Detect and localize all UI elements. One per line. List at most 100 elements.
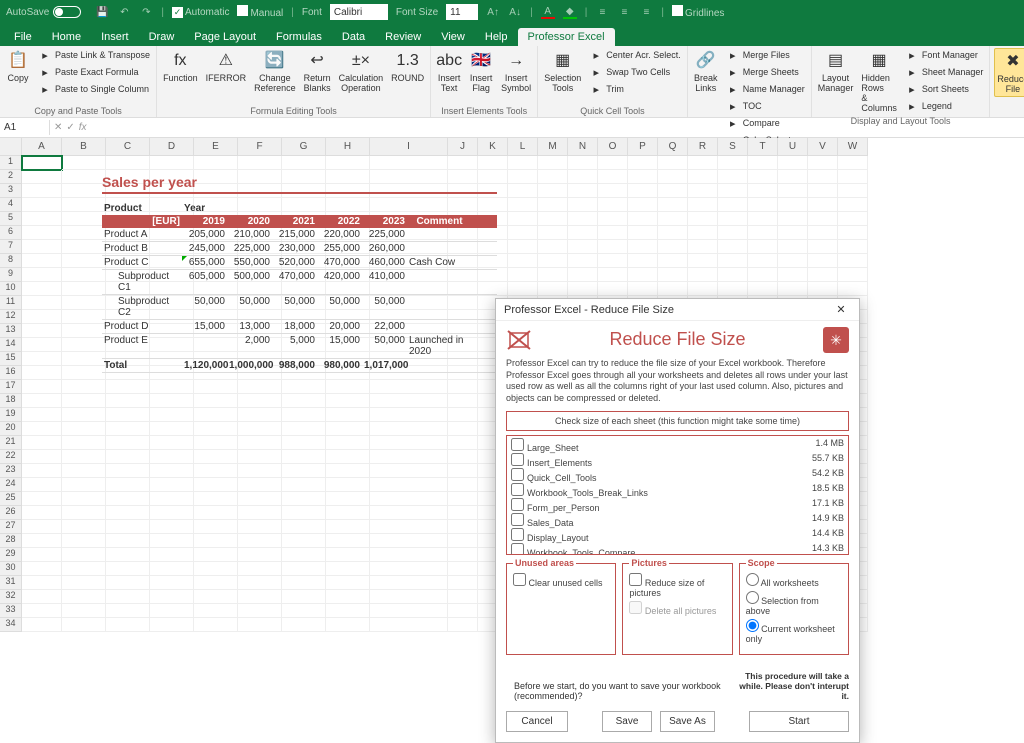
- cell[interactable]: [150, 492, 194, 506]
- font-size-select[interactable]: [446, 4, 478, 20]
- cell[interactable]: [194, 548, 238, 562]
- row-header[interactable]: 20: [0, 422, 22, 436]
- cell[interactable]: [808, 184, 838, 198]
- cell[interactable]: [22, 478, 62, 492]
- cell[interactable]: [62, 618, 106, 632]
- spreadsheet[interactable]: ABCDEFGHIJKLMNOPQRSTUVW 1234567891011121…: [0, 138, 1024, 578]
- cell[interactable]: [62, 352, 106, 366]
- col-header[interactable]: P: [628, 138, 658, 156]
- cell[interactable]: [508, 226, 538, 240]
- reduce-file-button[interactable]: ✖ReduceFile: [994, 48, 1024, 97]
- cell[interactable]: [194, 422, 238, 436]
- col-header[interactable]: U: [778, 138, 808, 156]
- cell[interactable]: [238, 618, 282, 632]
- cell[interactable]: [282, 492, 326, 506]
- cell[interactable]: [628, 156, 658, 170]
- cell[interactable]: [150, 534, 194, 548]
- cell[interactable]: [658, 156, 688, 170]
- cell[interactable]: [194, 380, 238, 394]
- col-header[interactable]: M: [538, 138, 568, 156]
- cell[interactable]: [326, 492, 370, 506]
- cell[interactable]: [238, 464, 282, 478]
- start-button[interactable]: Start: [749, 711, 849, 732]
- cell[interactable]: [22, 282, 62, 296]
- cell[interactable]: [448, 506, 478, 520]
- row-header[interactable]: 28: [0, 534, 22, 548]
- cell[interactable]: [326, 380, 370, 394]
- cell[interactable]: [150, 576, 194, 590]
- cell[interactable]: [62, 478, 106, 492]
- cell[interactable]: [62, 548, 106, 562]
- cell[interactable]: [688, 226, 718, 240]
- cell[interactable]: [718, 268, 748, 282]
- cell[interactable]: [326, 618, 370, 632]
- cell[interactable]: [568, 184, 598, 198]
- cell[interactable]: [22, 184, 62, 198]
- cell[interactable]: [538, 240, 568, 254]
- cell[interactable]: [22, 436, 62, 450]
- cell[interactable]: [778, 212, 808, 226]
- tab-data[interactable]: Data: [332, 28, 375, 46]
- tab-home[interactable]: Home: [42, 28, 91, 46]
- row-header[interactable]: 18: [0, 394, 22, 408]
- sheet-list-item[interactable]: Display_Layout14.4 KB: [511, 528, 844, 543]
- cell[interactable]: [598, 240, 628, 254]
- cell[interactable]: [628, 212, 658, 226]
- undo-icon[interactable]: ↶: [117, 5, 131, 19]
- cell[interactable]: [326, 478, 370, 492]
- cell[interactable]: [748, 254, 778, 268]
- cell[interactable]: [62, 310, 106, 324]
- cell[interactable]: [238, 590, 282, 604]
- cell[interactable]: [658, 226, 688, 240]
- select-all-corner[interactable]: [0, 138, 22, 156]
- sheet-list-item[interactable]: Workbook_Tools_Break_Links18.5 KB: [511, 483, 844, 498]
- cell[interactable]: [106, 520, 150, 534]
- cell[interactable]: [194, 408, 238, 422]
- cell[interactable]: [62, 254, 106, 268]
- row-header[interactable]: 10: [0, 282, 22, 296]
- cell[interactable]: [326, 604, 370, 618]
- cell[interactable]: [598, 156, 628, 170]
- function-button[interactable]: fxFunction: [161, 48, 200, 85]
- redo-icon[interactable]: ↷: [139, 5, 153, 19]
- row-header[interactable]: 22: [0, 450, 22, 464]
- cell[interactable]: [22, 366, 62, 380]
- cell[interactable]: [748, 240, 778, 254]
- row-header[interactable]: 4: [0, 198, 22, 212]
- cell[interactable]: [282, 408, 326, 422]
- cell[interactable]: [658, 212, 688, 226]
- cell[interactable]: [282, 548, 326, 562]
- paste-link-transpose-button[interactable]: ▸Paste Link & Transpose: [36, 48, 152, 64]
- cell[interactable]: [282, 562, 326, 576]
- cell[interactable]: [62, 604, 106, 618]
- cell[interactable]: [568, 226, 598, 240]
- cell[interactable]: [106, 394, 150, 408]
- cell[interactable]: [326, 394, 370, 408]
- cell[interactable]: [150, 590, 194, 604]
- formula-input[interactable]: [91, 126, 1024, 130]
- cell[interactable]: [238, 576, 282, 590]
- cell[interactable]: [62, 268, 106, 282]
- cell[interactable]: [508, 184, 538, 198]
- cell[interactable]: [658, 254, 688, 268]
- cell[interactable]: [326, 562, 370, 576]
- cell[interactable]: [838, 184, 868, 198]
- cell[interactable]: [22, 590, 62, 604]
- sheet-list-item[interactable]: Sales_Data14.9 KB: [511, 513, 844, 528]
- cell[interactable]: [22, 352, 62, 366]
- automatic-check[interactable]: Automatic: [172, 7, 229, 18]
- col-header[interactable]: Q: [658, 138, 688, 156]
- cell[interactable]: [718, 254, 748, 268]
- cell[interactable]: [370, 492, 448, 506]
- row-header[interactable]: 31: [0, 576, 22, 590]
- autosave-toggle[interactable]: AutoSave: [6, 6, 81, 18]
- cell[interactable]: [238, 604, 282, 618]
- accept-formula-icon[interactable]: ✓: [66, 122, 74, 133]
- round-button[interactable]: 1.3ROUND: [389, 48, 426, 85]
- row-header[interactable]: 17: [0, 380, 22, 394]
- cell[interactable]: [778, 282, 808, 296]
- cell[interactable]: [194, 450, 238, 464]
- cell[interactable]: [22, 254, 62, 268]
- cell[interactable]: [370, 520, 448, 534]
- tab-page-layout[interactable]: Page Layout: [184, 28, 266, 46]
